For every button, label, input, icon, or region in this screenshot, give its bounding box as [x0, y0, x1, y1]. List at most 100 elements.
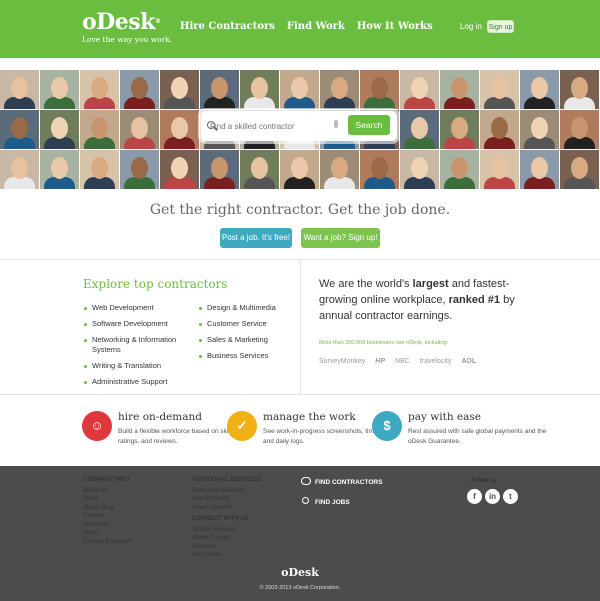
client-logos: SurveyMonkey HP NBC travelocity AOL [319, 358, 476, 365]
contractor-photo [440, 150, 479, 189]
copyright: © 2003-2013 oDesk Corporation. [259, 585, 341, 591]
footer-link[interactable]: API Center [192, 551, 249, 560]
explore-title: Explore top contractors [83, 277, 228, 291]
contractor-photo [400, 110, 439, 149]
category-sales-marketing[interactable]: Sales & Marketing [197, 335, 297, 345]
contractor-photo [440, 110, 479, 149]
contractor-photo [240, 70, 279, 109]
contractor-photo [40, 110, 79, 149]
hero-headline: Get the right contractor. Get the job do… [149, 202, 451, 218]
contractor-photo [0, 110, 39, 149]
search-input[interactable] [210, 117, 350, 135]
main-nav: Hire Contractors Find Work How It Works [180, 21, 433, 32]
footer-link[interactable]: Affiliate Program [192, 526, 249, 535]
nav-find-work[interactable]: Find Work [287, 21, 345, 32]
contractor-photo [400, 150, 439, 189]
contractor-photo [320, 70, 359, 109]
people-icon [301, 477, 311, 485]
contractor-photo [520, 110, 559, 149]
dollar-icon: $ [372, 411, 402, 441]
contractor-photo [160, 110, 199, 149]
login-link[interactable]: Log in [460, 22, 482, 31]
stats-statement: We are the world's largest and fastest-g… [319, 278, 515, 322]
contractor-photo [560, 70, 599, 109]
footer-link[interactable]: Legal [83, 529, 132, 538]
category-list: Web Development Software Development Net… [82, 303, 192, 393]
footer-link[interactable]: Enterprise Solutions [192, 487, 261, 496]
category-networking[interactable]: Networking & Information Systems [82, 335, 192, 355]
contractor-photo [200, 70, 239, 109]
hire-icon: ☺ [82, 411, 112, 441]
contractor-photo [200, 150, 239, 189]
category-web-development[interactable]: Web Development [82, 303, 192, 313]
business-count: More than 350,000 businesses use oDesk, … [319, 340, 449, 346]
divider [0, 394, 600, 395]
contractor-photo [0, 70, 39, 109]
job-signup-button[interactable]: Want a job? Sign up! [301, 228, 380, 248]
divider [300, 260, 301, 394]
footer-logo[interactable]: oDesk [0, 566, 600, 579]
contractor-photo [480, 70, 519, 109]
manage-icon: ✓ [227, 411, 257, 441]
contractor-photo [120, 150, 159, 189]
nav-hire-contractors[interactable]: Hire Contractors [180, 21, 275, 32]
twitter-icon[interactable]: t [503, 489, 518, 504]
contractor-photo [440, 70, 479, 109]
logo-tagline: Love the way you work. [82, 35, 173, 44]
feature-title: manage the work [263, 411, 356, 423]
category-business-services[interactable]: Business Services [197, 351, 297, 361]
footer-heading: COMPANY INFO [83, 477, 130, 483]
contractor-photo [520, 150, 559, 189]
surveymonkey-logo: SurveyMonkey [319, 358, 366, 365]
follow-us-label: follow us [471, 478, 497, 484]
contractor-photo [520, 70, 559, 109]
nav-how-it-works[interactable]: How It Works [357, 21, 433, 32]
contractor-photo [40, 150, 79, 189]
category-writing-translation[interactable]: Writing & Translation [82, 361, 192, 371]
footer-link[interactable]: Partners [192, 543, 249, 552]
footer-link[interactable]: Careers [83, 512, 132, 521]
category-design-multimedia[interactable]: Design & Multimedia [197, 303, 297, 313]
odesk-logo[interactable]: oDesk® [82, 10, 161, 34]
footer-link[interactable]: Contact & Support [83, 538, 132, 547]
contractor-photo [40, 70, 79, 109]
feature-title: pay with ease [408, 411, 481, 423]
contractor-photo [160, 70, 199, 109]
aol-logo: AOL [461, 358, 477, 365]
find-contractors-link[interactable]: FIND CONTRACTORS [315, 479, 382, 486]
signup-button[interactable]: Sign up [487, 20, 514, 33]
footer-link[interactable]: Press [83, 495, 132, 504]
footer-link[interactable]: oDesk Payroll [192, 495, 261, 504]
footer-link[interactable]: oDesk Groups [192, 534, 249, 543]
footer-company: COMPANY INFO About Us Press oDesk Blog C… [83, 476, 132, 546]
footer-additional: ADDITIONAL SERVICES Enterprise Solutions… [192, 476, 261, 512]
find-jobs-link[interactable]: FIND JOBS [315, 499, 350, 506]
hp-logo: HP [375, 358, 386, 365]
footer-link[interactable]: About Us [83, 487, 132, 496]
linkedin-icon[interactable]: in [485, 489, 500, 504]
search-button[interactable]: Search [348, 115, 390, 135]
contractor-photo [80, 70, 119, 109]
microphone-icon[interactable] [334, 120, 338, 128]
contractor-photo [240, 150, 279, 189]
footer-heading: CONNECT WITH US [192, 516, 249, 522]
footer-link[interactable]: oDesk Blog [83, 504, 132, 513]
footer-connect: CONNECT WITH US Affiliate Program oDesk … [192, 515, 249, 560]
category-customer-service[interactable]: Customer Service [197, 319, 297, 329]
facebook-icon[interactable]: f [467, 489, 482, 504]
contractor-photo [280, 70, 319, 109]
contractor-photo [360, 70, 399, 109]
contractor-photo [280, 150, 319, 189]
contractor-photo [120, 110, 159, 149]
category-admin-support[interactable]: Administrative Support [82, 377, 192, 387]
category-software-development[interactable]: Software Development [82, 319, 192, 329]
contractor-photo [120, 70, 159, 109]
travelocity-logo: travelocity [419, 358, 452, 365]
feature-title: hire on-demand [118, 411, 202, 423]
footer-link[interactable]: Health Benefits [192, 504, 261, 513]
contractor-photo [0, 150, 39, 189]
contractor-photo [480, 150, 519, 189]
post-job-button[interactable]: Post a job. It's free! [220, 228, 292, 248]
search-icon [302, 497, 309, 504]
footer-link[interactable]: oConomy [83, 521, 132, 530]
